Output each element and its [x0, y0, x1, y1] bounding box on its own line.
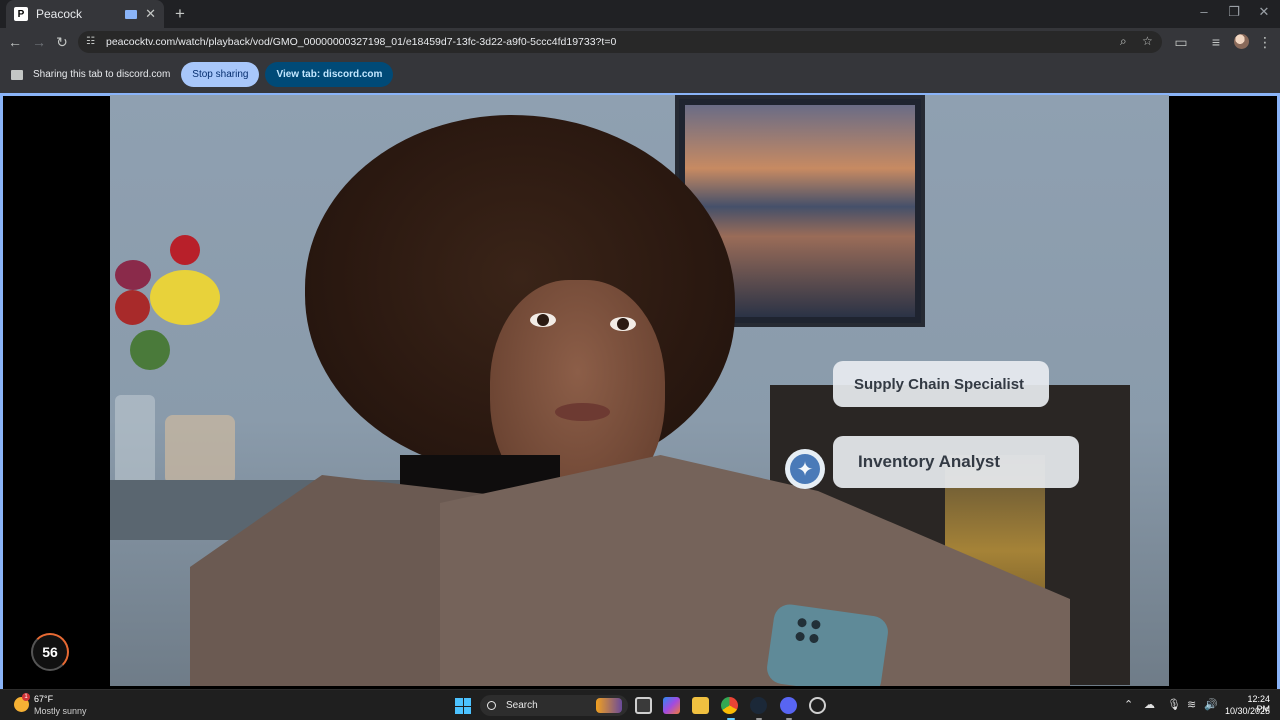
menu-kebab-icon[interactable]: ⋮ [1256, 33, 1274, 51]
volume-icon[interactable]: 🔊 [1204, 698, 1218, 711]
career-option-chip: Inventory Analyst [833, 436, 1079, 488]
site-info-icon[interactable]: ☷ [86, 36, 100, 48]
steam-icon[interactable] [750, 697, 767, 714]
ad-countdown: 56 [31, 633, 69, 671]
forward-icon[interactable]: → [30, 33, 48, 51]
discord-icon[interactable] [780, 697, 797, 714]
search-label: Search [506, 700, 538, 711]
address-url[interactable]: peacocktv.com/watch/playback/vod/GMO_000… [106, 36, 616, 48]
peacock-favicon-icon: P [14, 7, 28, 21]
tab-title: Peacock [36, 7, 83, 21]
bookmark-star-icon[interactable]: ☆ [1142, 34, 1153, 48]
windows-taskbar: 1 67°F Mostly sunny Search ⌃ ☁ 🎙 ≋ 🔊 12:… [0, 689, 1280, 720]
profile-avatar[interactable] [1234, 34, 1249, 49]
search-icon [487, 701, 496, 710]
weather-description[interactable]: Mostly sunny [34, 706, 87, 716]
onedrive-icon[interactable]: ☁ [1144, 698, 1155, 711]
close-window-button[interactable]: ✕ [1254, 4, 1274, 20]
search-highlight-icon [596, 698, 622, 713]
address-bar[interactable]: ☷ peacocktv.com/watch/playback/vod/GMO_0… [78, 31, 1162, 53]
tab-peacock[interactable]: P Peacock ✕ [6, 0, 164, 28]
new-tab-button[interactable]: + [170, 4, 190, 24]
tab-sharing-icon [125, 9, 138, 19]
wifi-icon[interactable]: ≋ [1187, 698, 1196, 711]
back-icon[interactable]: ← [6, 33, 24, 51]
file-explorer-icon[interactable] [692, 697, 709, 714]
weather-badge: 1 [22, 693, 30, 701]
sharing-message: Sharing this tab to discord.com [33, 69, 171, 80]
tab-search-icon[interactable]: ▭ [1172, 33, 1190, 51]
flowers [110, 235, 240, 385]
countdown-number: 56 [42, 644, 58, 660]
minimize-button[interactable]: – [1194, 4, 1214, 19]
view-tab-button[interactable]: View tab: discord.com [265, 62, 394, 87]
stop-sharing-button[interactable]: Stop sharing [181, 62, 260, 87]
tab-sharing-bar: Sharing this tab to discord.com Stop sha… [0, 56, 1280, 93]
zoom-icon[interactable]: ⌕ [1120, 34, 1127, 49]
microphone-icon[interactable]: 🎙 [1167, 698, 1181, 711]
reload-icon[interactable]: ↻ [53, 33, 71, 51]
sparkle-badge-icon: ✦ [785, 449, 825, 489]
app-icon[interactable] [809, 697, 826, 714]
chrome-icon[interactable] [721, 697, 738, 714]
maximize-button[interactable]: ❐ [1224, 4, 1244, 20]
taskbar-search[interactable]: Search [480, 695, 628, 716]
tab-strip: P Peacock ✕ + – ❐ ✕ [0, 0, 1280, 28]
tab-close-icon[interactable]: ✕ [145, 6, 156, 22]
browser-toolbar: ← → ↻ ☷ peacocktv.com/watch/playback/vod… [0, 28, 1280, 56]
copilot-icon[interactable] [663, 697, 680, 714]
weather-temperature[interactable]: 67°F [34, 694, 53, 704]
tray-overflow-icon[interactable]: ⌃ [1124, 698, 1133, 711]
clock-date[interactable]: 10/30/2025 [1222, 706, 1270, 716]
career-option-chip: Supply Chain Specialist [833, 361, 1049, 407]
screen-share-icon [11, 69, 23, 80]
media-control-icon[interactable]: ≡ [1207, 33, 1225, 51]
windows-start-icon[interactable] [455, 698, 471, 714]
smartphone [764, 602, 891, 686]
task-view-icon[interactable] [635, 697, 652, 714]
